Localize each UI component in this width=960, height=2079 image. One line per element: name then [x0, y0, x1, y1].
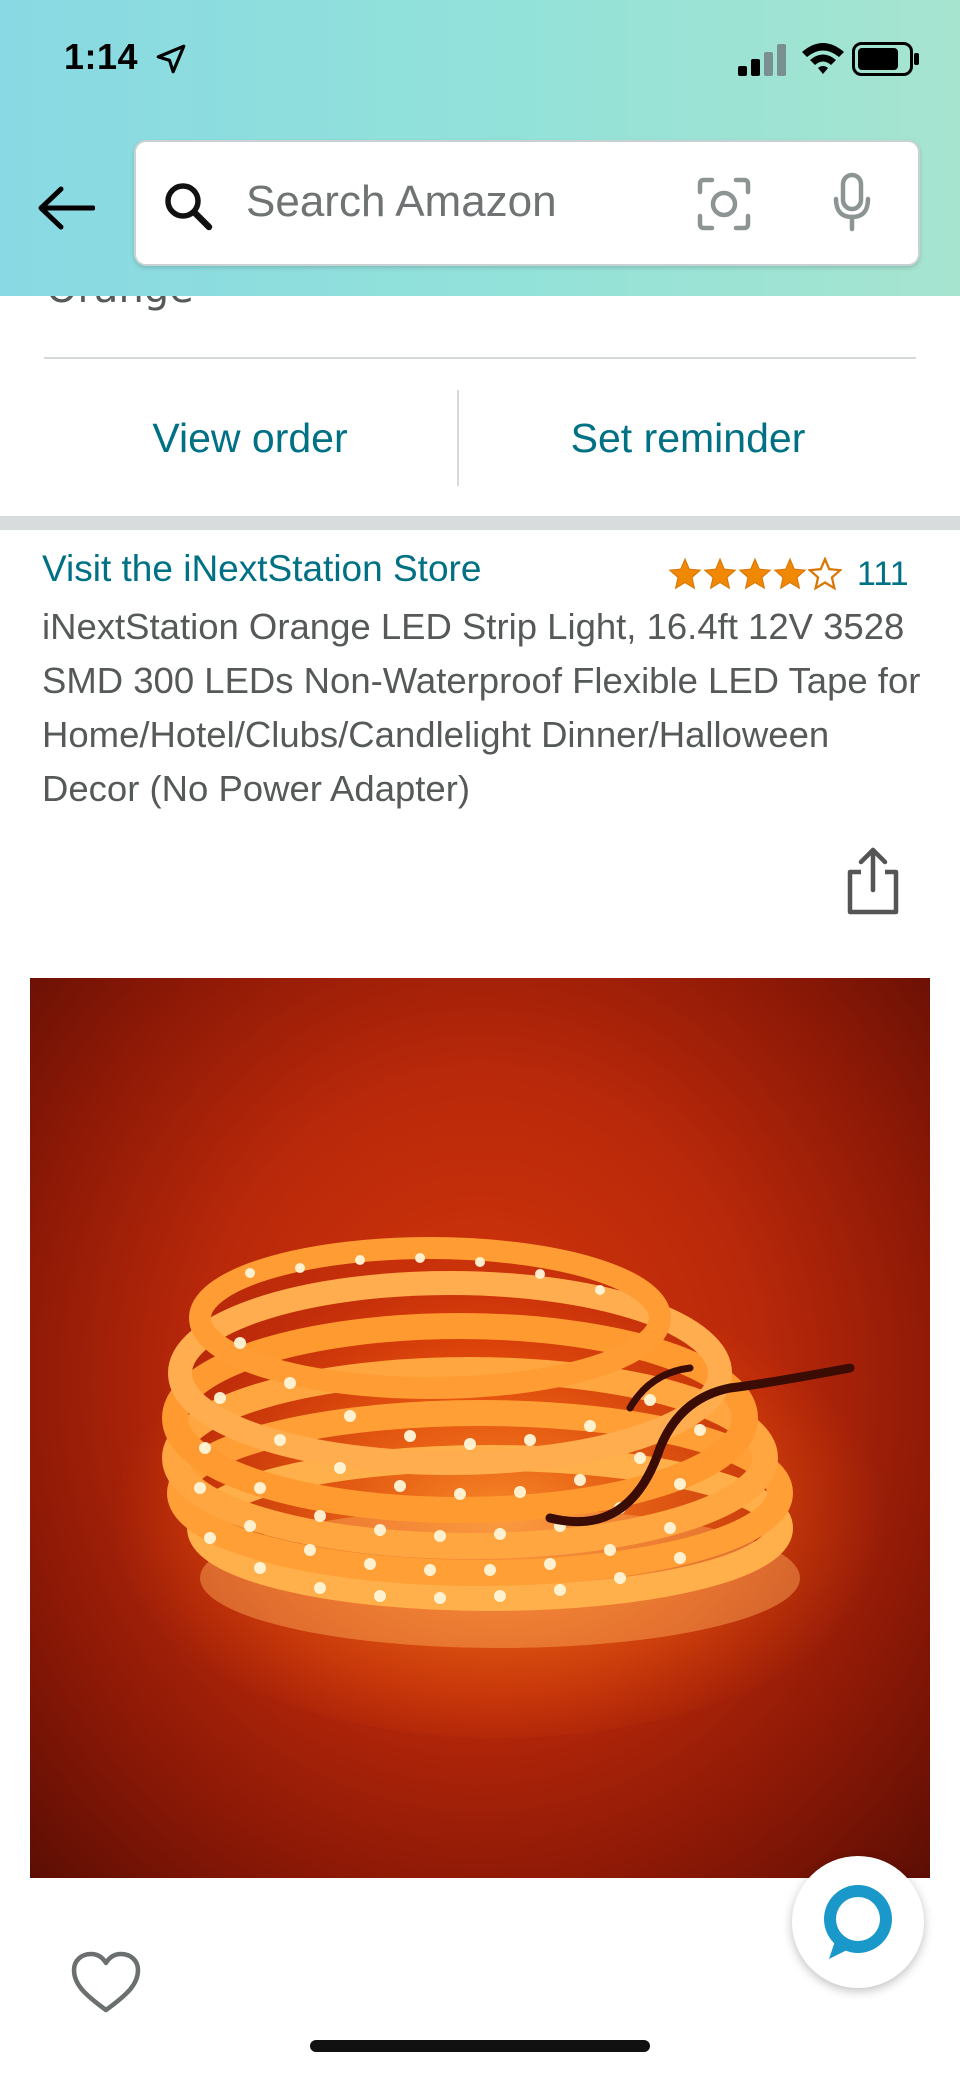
cellular-signal-icon — [738, 44, 786, 76]
divider — [44, 357, 916, 359]
status-time: 1:14 — [64, 36, 139, 77]
app-header: 1:14 — [0, 0, 960, 296]
rating-summary[interactable]: 111 — [668, 552, 909, 596]
set-reminder-button[interactable]: Set reminder — [460, 360, 916, 516]
view-order-button[interactable]: View order — [44, 360, 456, 516]
heart-icon[interactable] — [70, 1950, 142, 2016]
back-button[interactable] — [34, 176, 98, 240]
section-divider — [0, 516, 960, 530]
store-link[interactable]: Visit the iNextStation Store — [42, 548, 481, 590]
back-arrow-icon — [38, 186, 95, 230]
product-image[interactable] — [30, 978, 930, 1878]
order-actions: View order Set reminder — [0, 360, 960, 516]
star-empty-icon — [808, 557, 842, 591]
star-full-icon — [703, 557, 737, 590]
rating-count: 111 — [857, 554, 909, 593]
star-full-icon — [668, 557, 702, 590]
share-icon[interactable] — [842, 846, 904, 916]
microphone-icon[interactable] — [832, 172, 872, 232]
search-input[interactable] — [246, 166, 666, 238]
alexa-ring-icon — [824, 1885, 892, 1959]
search-icon — [165, 183, 213, 231]
star-rating — [668, 557, 843, 591]
product-title: iNextStation Orange LED Strip Light, 16.… — [42, 606, 921, 809]
camera-lens-icon[interactable] — [696, 176, 752, 232]
star-full-icon — [773, 557, 807, 590]
search-bar[interactable] — [134, 140, 920, 266]
wifi-icon — [802, 43, 844, 74]
battery-icon — [852, 42, 919, 76]
alexa-assistant-button[interactable] — [792, 1856, 924, 1988]
star-full-icon — [738, 557, 772, 590]
action-separator — [457, 390, 459, 486]
home-indicator — [310, 2040, 650, 2052]
location-arrow-icon — [156, 44, 186, 74]
led-strip-illustration — [70, 1218, 930, 1738]
